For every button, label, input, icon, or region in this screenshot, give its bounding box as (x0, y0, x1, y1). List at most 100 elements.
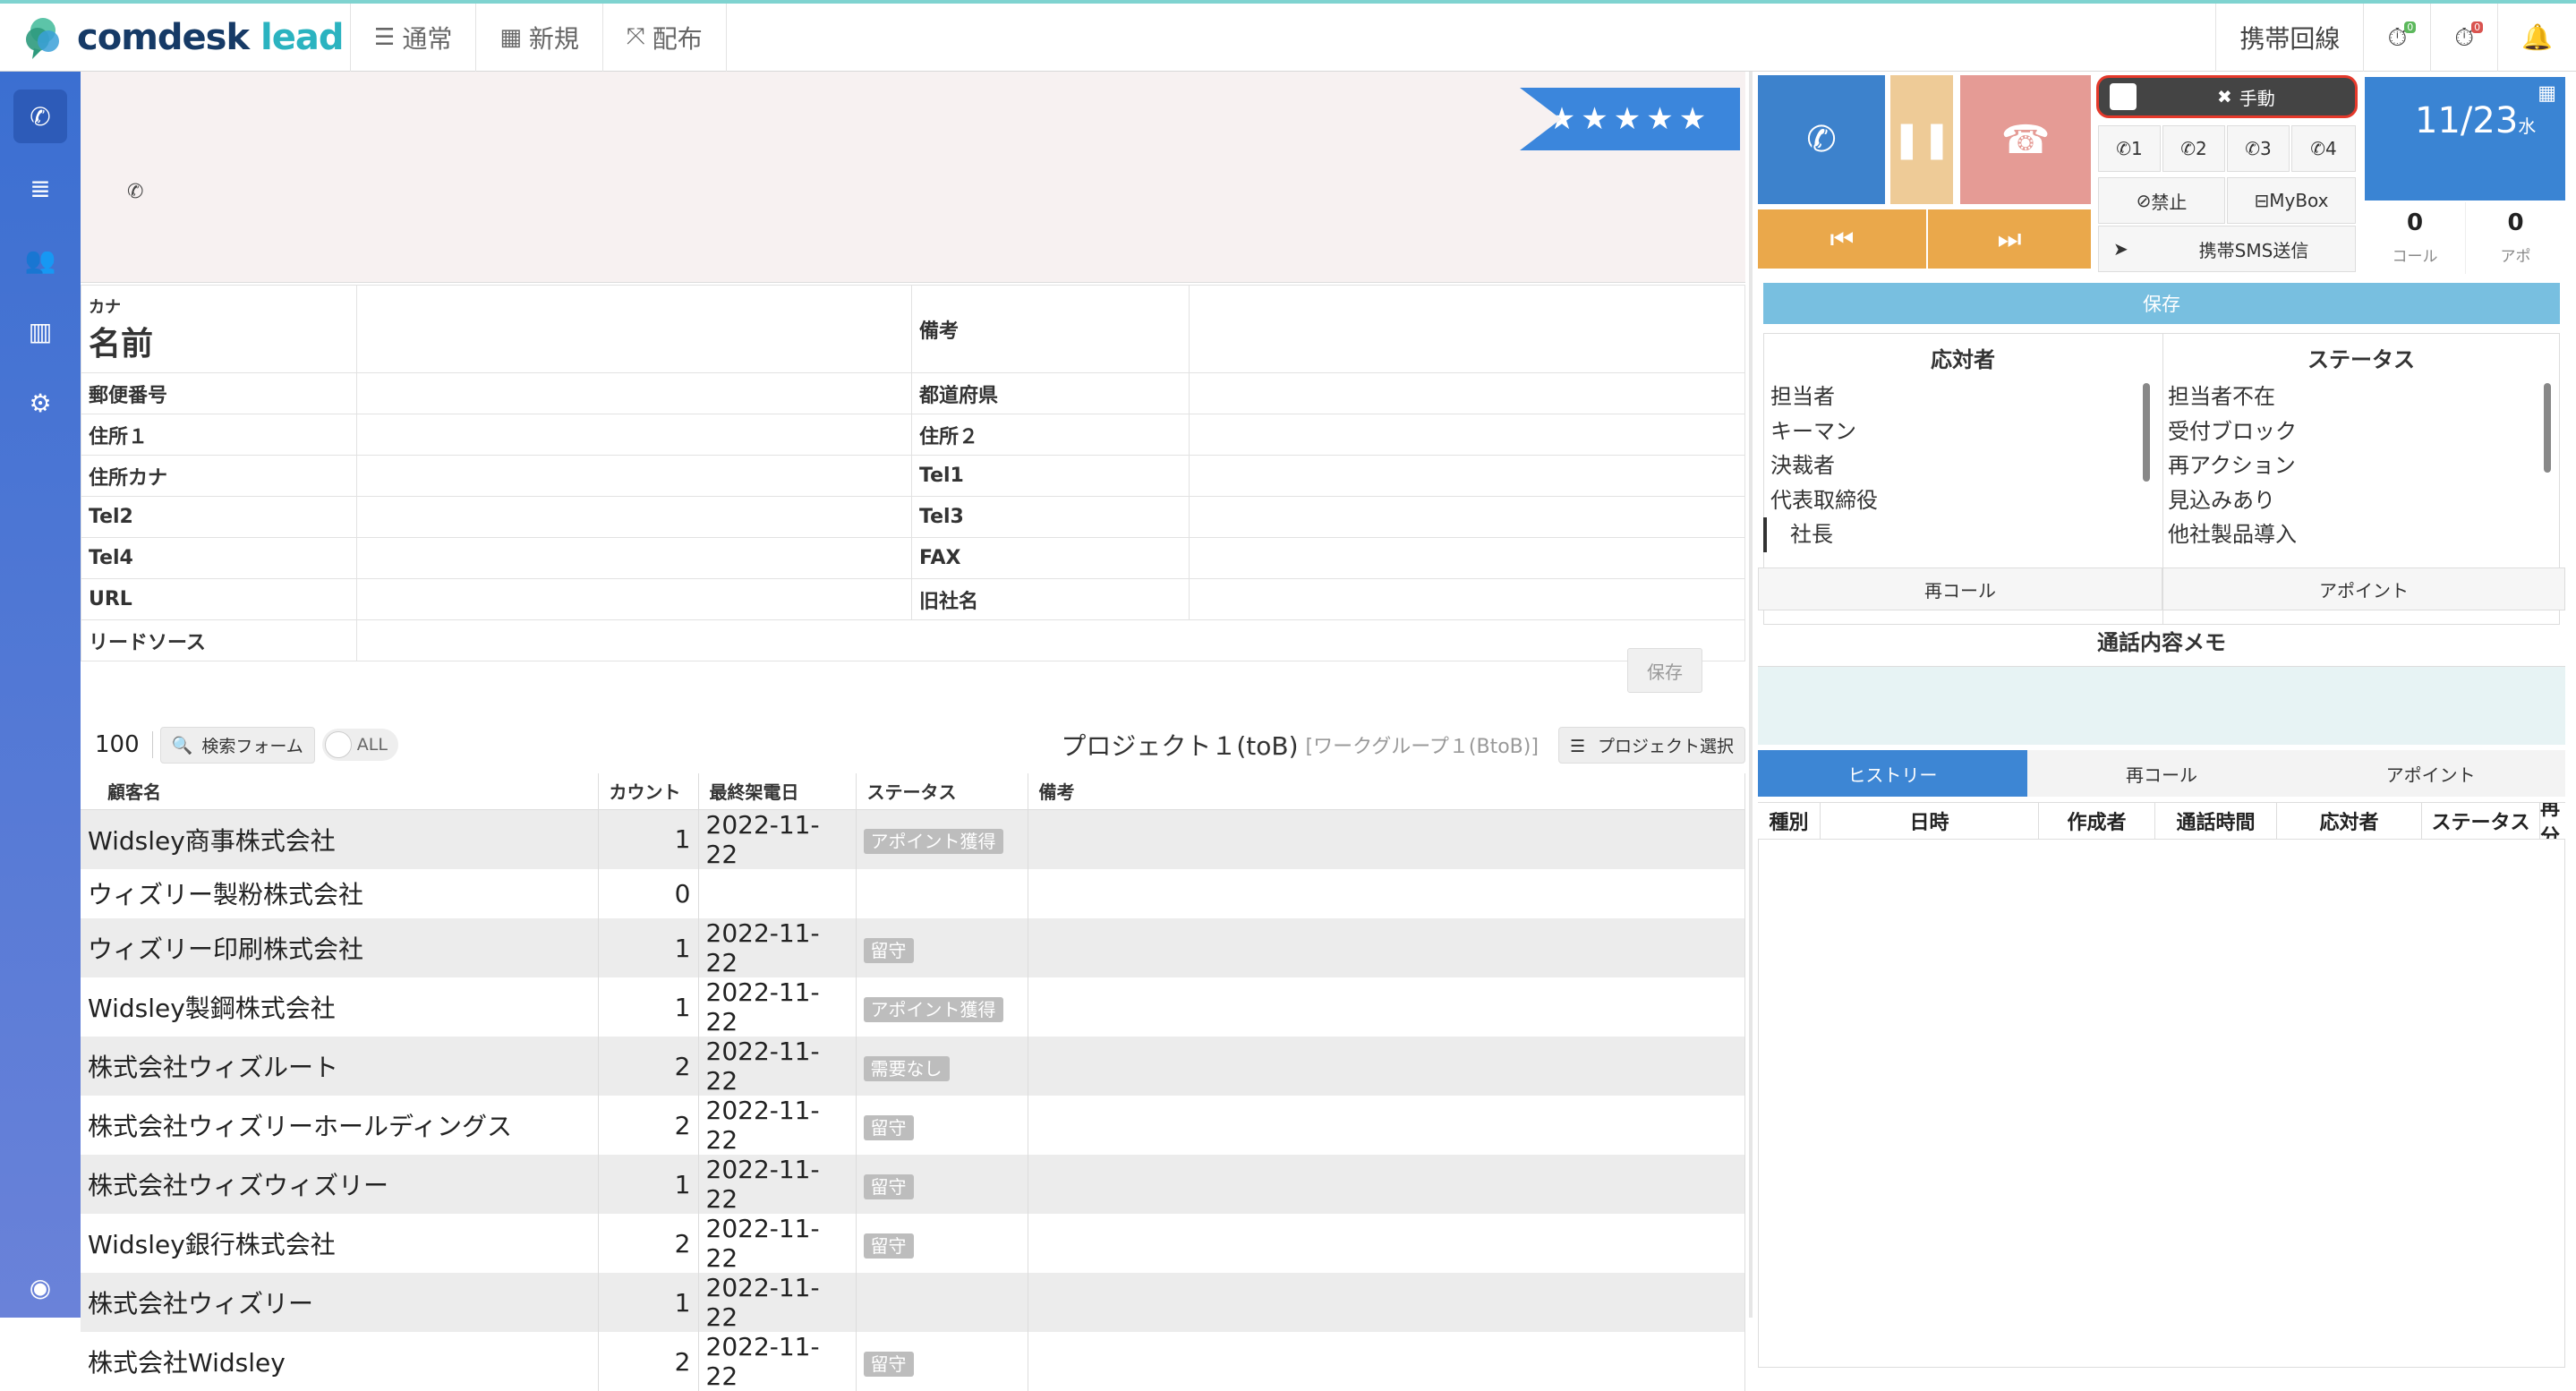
field-input[interactable] (356, 372, 912, 414)
nav-new[interactable]: ▦ 新規 (476, 3, 603, 72)
all-toggle[interactable]: ALL (321, 729, 398, 761)
database-icon[interactable]: ≣ (13, 161, 67, 215)
field-input[interactable] (1189, 372, 1745, 414)
table-row[interactable]: 株式会社ウィズウィズリー 1 2022-11-22 留守 (81, 1155, 1745, 1215)
customer-banner: ★★★★★ ✆ (81, 72, 1745, 283)
responder-option[interactable]: キーマン (1770, 414, 1878, 449)
field-input[interactable] (1189, 537, 1745, 579)
responder-list[interactable]: 担当者 キーマン 決裁者 代表取締役 社長 (1763, 380, 1878, 552)
tab-recall[interactable]: 再コール (2026, 750, 2297, 797)
name-input[interactable] (356, 285, 912, 373)
ban-button[interactable]: ⊘ 禁止 (2098, 177, 2225, 224)
status-option[interactable]: 担当者不在 (2168, 380, 2297, 414)
col-header-date[interactable]: 最終架電日 (698, 773, 857, 810)
logo[interactable]: comdesk lead (0, 3, 351, 72)
col-header-note[interactable]: 備考 (1028, 773, 1745, 810)
responder-option[interactable]: 代表取締役 (1770, 483, 1878, 518)
responder-option[interactable]: 決裁者 (1770, 448, 1878, 483)
tab-appoint[interactable]: アポイント (2296, 750, 2566, 797)
table-row[interactable]: Widsley銀行株式会社 2 2022-11-22 留守 (81, 1214, 1745, 1274)
table-row[interactable]: ウィズリー製粉株式会社 0 (81, 868, 1745, 919)
panel-save-button[interactable]: 保存 (1763, 283, 2560, 324)
field-input[interactable] (356, 455, 912, 497)
cell-count: 1 (598, 809, 699, 869)
gear-icon[interactable]: ⚙ (13, 376, 67, 430)
field-input[interactable] (1189, 414, 1745, 456)
project-select-button[interactable]: ☰ プロジェクト選択 (1557, 726, 1745, 764)
note-input[interactable] (1189, 285, 1745, 373)
project-title: プロジェクト１(toB) (1061, 731, 1299, 761)
table-row[interactable]: Widsley製鋼株式会社 1 2022-11-22 アポイント獲得 (81, 977, 1745, 1037)
line-4-button[interactable]: ✆ 4 (2291, 125, 2356, 172)
timer-icon-green[interactable]: ⏱ 0 (2363, 3, 2430, 72)
table-row[interactable]: 株式会社Widsley 2 2022-11-22 留守 (81, 1332, 1745, 1391)
field-input[interactable] (1189, 455, 1745, 497)
line-2-button[interactable]: ✆ 2 (2162, 125, 2225, 172)
field-input[interactable] (356, 414, 912, 456)
table-row[interactable]: 株式会社ウィズリー 1 2022-11-22 (81, 1273, 1745, 1333)
responder-title: 応対者 (1931, 347, 1995, 372)
col-header-status[interactable]: ステータス (856, 773, 1028, 810)
field-input[interactable] (356, 619, 1745, 661)
cell-count: 2 (598, 1214, 699, 1274)
field-label: リードソース (81, 619, 357, 661)
rating-stars[interactable]: ★★★★★ (1520, 88, 1740, 150)
bell-icon[interactable]: 🔔 (2497, 3, 2576, 72)
col-header-name[interactable]: 顧客名 (81, 773, 599, 810)
line-3-button[interactable]: ✆ 3 (2227, 125, 2290, 172)
hangup-button[interactable]: ☎ (1960, 75, 2091, 204)
timer-icon-red[interactable]: ⏱ 0 (2430, 3, 2497, 72)
prev-button[interactable]: ⏮ (1758, 209, 1926, 269)
status-option[interactable]: 受付ブロック (2168, 414, 2297, 449)
cell-note (1028, 1096, 1745, 1156)
field-input[interactable] (356, 496, 912, 538)
status-option[interactable]: 再アクション (2168, 448, 2297, 483)
scrollbar[interactable] (2544, 383, 2551, 473)
user-avatar-icon[interactable]: ◉ (13, 1260, 67, 1314)
sms-button[interactable]: ➤ 携帯SMS送信 (2098, 226, 2356, 272)
cell-note (1028, 868, 1745, 919)
tab-history[interactable]: ヒストリー (1758, 750, 2027, 797)
call-button[interactable]: ✆ (1758, 75, 1885, 204)
scrollbar[interactable] (2143, 383, 2150, 482)
cell-name: ウィズリー印刷株式会社 (81, 918, 599, 978)
phone-icon[interactable]: ✆ (13, 90, 67, 143)
status-list[interactable]: 担当者不在 受付ブロック 再アクション 見込みあり 他社製品導入 (2168, 380, 2297, 552)
table-row[interactable]: ウィズリー印刷株式会社 1 2022-11-22 留守 (81, 918, 1745, 978)
users-icon[interactable]: 👥 (13, 233, 67, 286)
manual-toggle[interactable]: ✖ 手動 (2096, 75, 2358, 118)
cell-status: 需要なし (856, 1037, 1028, 1097)
mybox-button[interactable]: ⊟ MyBox (2227, 177, 2356, 224)
search-form-button[interactable]: 🔍 検索フォーム (159, 726, 315, 764)
cell-name: 株式会社ウィズリー (81, 1273, 599, 1333)
responder-option[interactable]: 担当者 (1770, 380, 1878, 414)
cell-date: 2022-11-22 (698, 809, 857, 869)
field-input[interactable] (1189, 496, 1745, 538)
cell-count: 2 (598, 1096, 699, 1156)
table-row[interactable]: Widsley商事株式会社 1 2022-11-22 アポイント獲得 (81, 809, 1745, 869)
mobile-line-button[interactable]: 携帯回線 (2215, 3, 2363, 72)
memo-textarea[interactable] (1758, 666, 2565, 745)
nav-distribute[interactable]: ⤧ 配布 (603, 3, 727, 72)
col-header-count[interactable]: カウント (598, 773, 699, 810)
chart-icon[interactable]: ▥ (13, 304, 67, 358)
next-button[interactable]: ⏭ (1928, 209, 2091, 269)
cell-name: 株式会社ウィズリーホールディングス (81, 1096, 599, 1156)
calendar-icon[interactable]: ▦ (2538, 82, 2556, 105)
recall-button[interactable]: 再コール (1758, 567, 2162, 610)
field-input[interactable] (356, 537, 912, 579)
status-option[interactable]: 見込みあり (2168, 483, 2297, 518)
pause-button[interactable]: ❚❚ (1890, 75, 1953, 204)
nav-normal[interactable]: ☰ 通常 (351, 3, 477, 72)
table-row[interactable]: 株式会社ウィズルート 2 2022-11-22 需要なし (81, 1037, 1745, 1097)
field-input[interactable] (1189, 578, 1745, 620)
field-input[interactable] (356, 578, 912, 620)
status-option[interactable]: 他社製品導入 (2168, 517, 2297, 552)
cell-date: 2022-11-22 (698, 918, 857, 978)
line-1-button[interactable]: ✆ 1 (2098, 125, 2161, 172)
responder-option[interactable]: 社長 (1763, 517, 1878, 552)
appoint-button[interactable]: アポイント (2162, 567, 2565, 610)
table-row[interactable]: 株式会社ウィズリーホールディングス 2 2022-11-22 留守 (81, 1096, 1745, 1156)
cell-status: 留守 (856, 918, 1028, 978)
customer-save-button[interactable]: 保存 (1627, 648, 1702, 693)
